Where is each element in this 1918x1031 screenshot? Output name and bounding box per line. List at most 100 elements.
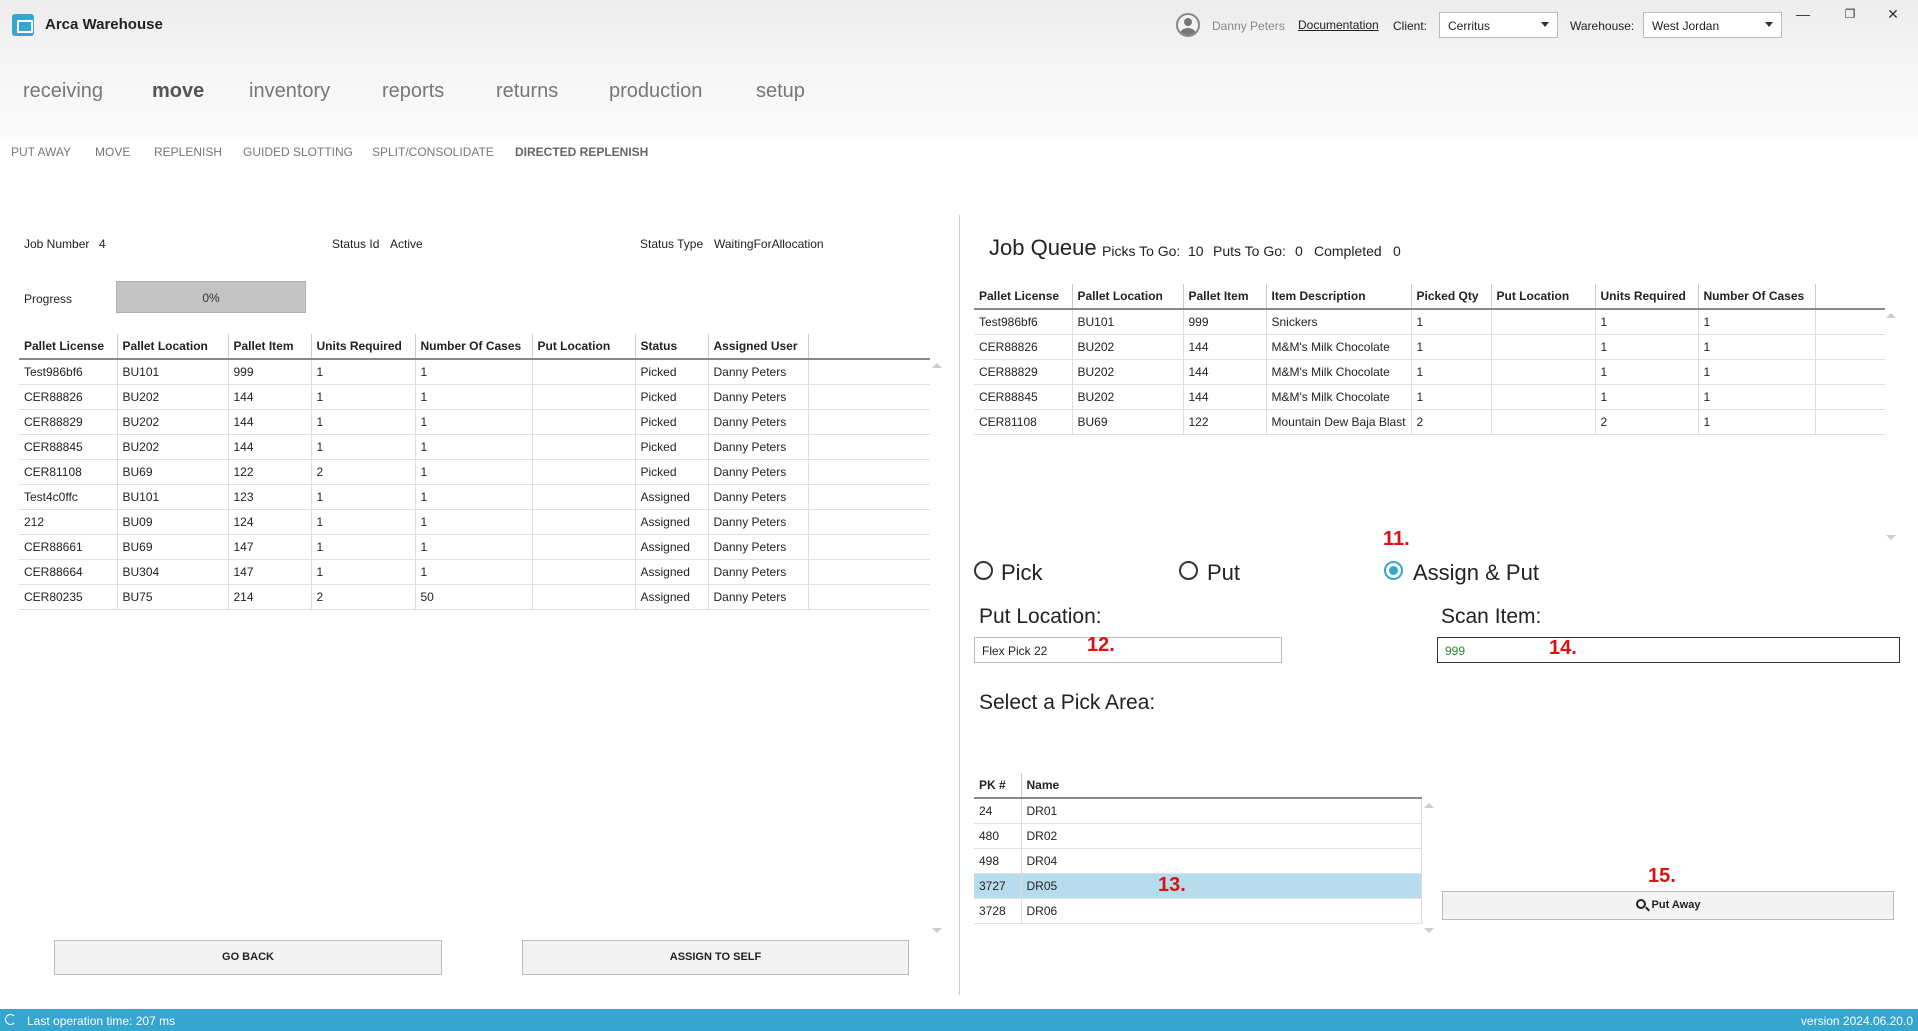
- subnav-split-consolidate[interactable]: SPLIT/CONSOLIDATE: [372, 145, 494, 159]
- table-cell: Danny Peters: [708, 484, 809, 510]
- job-table: Pallet License Pallet Location Pallet It…: [19, 334, 930, 610]
- table-cell-filler: [808, 459, 930, 485]
- column-header[interactable]: Pallet Location: [1072, 284, 1184, 310]
- table-row[interactable]: CER88829 BU202 144 M&M's Milk Chocolate 1 1 1: [974, 359, 1885, 385]
- assign-put-radio-label[interactable]: Assign & Put: [1413, 560, 1539, 586]
- table-cell: 1: [415, 409, 533, 435]
- table-row[interactable]: 3727 DR05: [974, 873, 1422, 899]
- table-row[interactable]: Test4c0ffc BU101 123 1 1 Assigned Danny Peters: [19, 484, 930, 510]
- table-row[interactable]: CER88826 BU202 144 M&M's Milk Chocolate 1 1 1: [974, 334, 1885, 360]
- nav-move[interactable]: move: [152, 80, 204, 103]
- scroll-up-icon[interactable]: [932, 363, 942, 368]
- picks-to-go-label: Picks To Go:: [1102, 243, 1181, 259]
- table-cell-filler: [808, 584, 930, 610]
- nav-reports[interactable]: reports: [382, 80, 444, 103]
- column-header[interactable]: Pallet License: [19, 334, 118, 360]
- status-bar: Last operation time: 207 ms version 2024…: [0, 1009, 1918, 1031]
- subnav-move[interactable]: MOVE: [95, 145, 130, 159]
- job-queue-header-row: Pallet License Pallet Location Pallet It…: [974, 284, 1885, 310]
- column-header[interactable]: Pallet Location: [117, 334, 229, 360]
- go-back-button[interactable]: GO BACK: [54, 940, 442, 975]
- table-row[interactable]: CER88826 BU202 144 1 1 Picked Danny Peters: [19, 384, 930, 410]
- column-header[interactable]: Assigned User: [708, 334, 809, 360]
- put-away-button[interactable]: Put Away: [1442, 891, 1894, 920]
- pick-radio-label[interactable]: Pick: [1001, 560, 1043, 586]
- table-row[interactable]: CER88661 BU69 147 1 1 Assigned Danny Peters: [19, 534, 930, 560]
- column-header[interactable]: Units Required: [311, 334, 416, 360]
- table-cell: BU101: [117, 484, 229, 510]
- scroll-down-icon[interactable]: [1886, 535, 1896, 540]
- table-cell: 144: [1183, 334, 1267, 360]
- table-cell-filler: [808, 559, 930, 585]
- table-row[interactable]: 480 DR02: [974, 823, 1422, 849]
- table-row[interactable]: 24 DR01: [974, 798, 1422, 824]
- table-row[interactable]: CER88664 BU304 147 1 1 Assigned Danny Peters: [19, 559, 930, 585]
- table-cell: BU202: [1072, 334, 1184, 360]
- table-cell: Danny Peters: [708, 534, 809, 560]
- put-radio[interactable]: [1179, 561, 1198, 580]
- scroll-up-icon[interactable]: [1886, 313, 1896, 318]
- chevron-down-icon: [1541, 22, 1549, 27]
- subnav-put-away[interactable]: PUT AWAY: [11, 145, 71, 159]
- column-header[interactable]: Number Of Cases: [1698, 284, 1816, 310]
- minimize-button[interactable]: —: [1793, 6, 1813, 22]
- refresh-icon[interactable]: [5, 1014, 16, 1025]
- subnav-guided-slotting[interactable]: GUIDED SLOTTING: [243, 145, 353, 159]
- table-cell: BU69: [117, 459, 229, 485]
- table-row[interactable]: CER80235 BU75 214 2 50 Assigned Danny Peters: [19, 584, 930, 610]
- pick-radio[interactable]: [974, 561, 993, 580]
- nav-inventory[interactable]: inventory: [249, 80, 330, 103]
- table-row[interactable]: CER81108 BU69 122 Mountain Dew Baja Blast 2 2…: [974, 409, 1885, 435]
- table-row[interactable]: Test986bf6 BU101 999 1 1 Picked Danny Peters: [19, 359, 930, 385]
- table-cell: 999: [1183, 309, 1267, 335]
- restore-button[interactable]: ❐: [1840, 7, 1860, 21]
- client-select[interactable]: Cerritus: [1439, 12, 1558, 38]
- nav-receiving[interactable]: receiving: [23, 80, 103, 103]
- table-cell: 212: [19, 509, 118, 535]
- table-cell: 480: [974, 823, 1022, 849]
- table-row[interactable]: CER81108 BU69 122 2 1 Picked Danny Peters: [19, 459, 930, 485]
- nav-setup[interactable]: setup: [756, 80, 805, 103]
- column-header[interactable]: Put Location: [532, 334, 636, 360]
- nav-production[interactable]: production: [609, 80, 702, 103]
- table-row[interactable]: 3728 DR06: [974, 898, 1422, 924]
- column-header[interactable]: Item Description: [1266, 284, 1412, 310]
- client-select-value: Cerritus: [1448, 19, 1491, 33]
- table-row[interactable]: CER88845 BU202 144 M&M's Milk Chocolate 1 1 1: [974, 384, 1885, 410]
- column-header[interactable]: PK #: [974, 773, 1022, 799]
- column-header[interactable]: Pallet License: [974, 284, 1073, 310]
- table-cell: 2: [311, 584, 416, 610]
- warehouse-select[interactable]: West Jordan: [1643, 12, 1782, 38]
- put-location-input[interactable]: Flex Pick 22: [974, 637, 1282, 663]
- scroll-up-icon[interactable]: [1424, 803, 1434, 808]
- put-radio-label[interactable]: Put: [1207, 560, 1240, 586]
- table-row[interactable]: 498 DR04: [974, 848, 1422, 874]
- scroll-down-icon[interactable]: [1424, 928, 1434, 933]
- annotation-15: 15.: [1648, 865, 1676, 887]
- scan-item-input[interactable]: 999: [1437, 637, 1900, 663]
- scroll-down-icon[interactable]: [932, 928, 942, 933]
- assign-put-radio[interactable]: [1384, 561, 1403, 580]
- table-row[interactable]: 212 BU09 124 1 1 Assigned Danny Peters: [19, 509, 930, 535]
- column-header[interactable]: Put Location: [1491, 284, 1596, 310]
- column-header[interactable]: Units Required: [1595, 284, 1699, 310]
- subnav-replenish[interactable]: REPLENISH: [154, 145, 222, 159]
- assign-to-self-button[interactable]: ASSIGN TO SELF: [522, 940, 909, 975]
- table-row[interactable]: CER88845 BU202 144 1 1 Picked Danny Peters: [19, 434, 930, 460]
- nav-returns[interactable]: returns: [496, 80, 558, 103]
- documentation-link[interactable]: Documentation: [1298, 18, 1379, 32]
- subnav-directed-replenish[interactable]: DIRECTED REPLENISH: [515, 145, 648, 159]
- table-cell: 1: [415, 534, 533, 560]
- column-header[interactable]: Pallet Item: [1183, 284, 1267, 310]
- column-header[interactable]: Pallet Item: [228, 334, 312, 360]
- close-button[interactable]: ✕: [1883, 6, 1903, 23]
- user-avatar-icon[interactable]: [1176, 13, 1200, 37]
- column-header[interactable]: Number Of Cases: [415, 334, 533, 360]
- table-row[interactable]: Test986bf6 BU101 999 Snickers 1 1 1: [974, 309, 1885, 335]
- picks-to-go-value: 10: [1188, 243, 1204, 259]
- column-header[interactable]: Status: [635, 334, 709, 360]
- table-cell: 1: [1411, 384, 1492, 410]
- column-header[interactable]: Name: [1021, 773, 1422, 799]
- column-header[interactable]: Picked Qty: [1411, 284, 1492, 310]
- table-row[interactable]: CER88829 BU202 144 1 1 Picked Danny Peters: [19, 409, 930, 435]
